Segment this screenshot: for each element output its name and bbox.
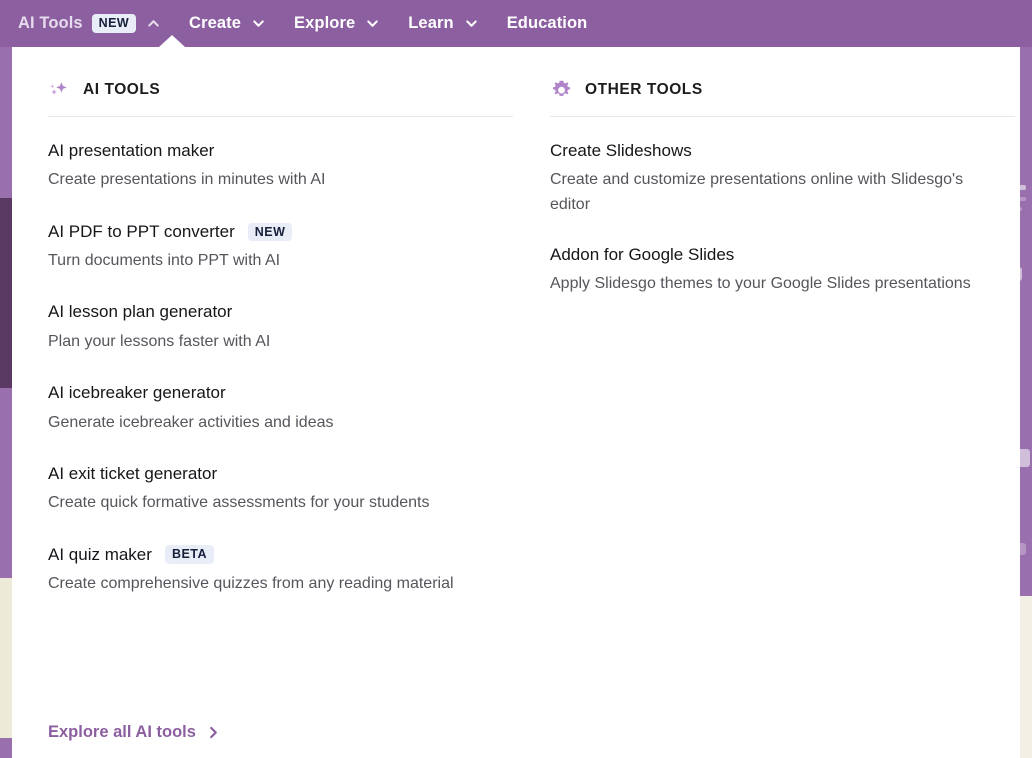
main-navigation-bar: AI Tools NEW Create Explore Learn Educat… [0,0,1032,47]
nav-item-label: Explore [294,15,355,32]
tool-item-ai-presentation-maker[interactable]: AI presentation maker Create presentatio… [48,141,513,193]
tool-title: Addon for Google Slides [550,245,734,265]
tool-title-row: AI presentation maker [48,141,513,161]
column-heading-ai-tools: AI TOOLS [48,77,513,103]
tool-item-ai-icebreaker-generator[interactable]: AI icebreaker generator Generate icebrea… [48,383,513,435]
nav-item-label: Learn [408,15,453,32]
tool-title: AI exit ticket generator [48,464,217,484]
tool-title-row: AI exit ticket generator [48,464,513,484]
tool-title: AI presentation maker [48,141,214,161]
nav-item-label: Education [507,15,588,32]
tool-item-addon-for-google-slides[interactable]: Addon for Google Slides Apply Slidesgo t… [550,245,1015,297]
nav-item-explore[interactable]: Explore [294,0,380,47]
tool-title: Create Slideshows [550,141,692,161]
chevron-down-icon[interactable] [464,16,479,31]
dropdown-pointer-triangle [159,35,185,47]
tool-title-row: AI quiz maker BETA [48,545,513,565]
tool-title-row: AI PDF to PPT converter NEW [48,222,513,242]
tool-description: Plan your lessons faster with AI [48,330,488,354]
tool-title-row: AI lesson plan generator [48,302,513,322]
sparkles-icon [48,79,71,102]
chevron-down-icon[interactable] [365,16,380,31]
tool-list-other-tools: Create Slideshows Create and customize p… [550,141,1015,297]
explore-all-ai-tools-label: Explore all AI tools [48,723,196,742]
tool-description: Create presentations in minutes with AI [48,168,488,192]
tool-item-ai-pdf-to-ppt-converter[interactable]: AI PDF to PPT converter NEW Turn documen… [48,222,513,274]
tool-item-create-slideshows[interactable]: Create Slideshows Create and customize p… [550,141,1015,217]
chevron-up-icon[interactable] [146,16,161,31]
tool-title-row: Create Slideshows [550,141,1015,161]
chevron-right-icon [206,725,221,740]
column-heading-label: AI TOOLS [83,81,160,99]
nav-item-label: Create [189,15,241,32]
nav-item-education[interactable]: Education [507,0,588,47]
tool-title: AI quiz maker [48,545,152,565]
tool-description: Generate icebreaker activities and ideas [48,411,488,435]
gear-icon [550,79,573,102]
nav-item-label: AI Tools [18,15,83,32]
nav-item-ai-tools[interactable]: AI Tools NEW [18,0,161,47]
column-divider [48,116,513,117]
tool-description: Create and customize presentations onlin… [550,168,980,217]
nav-item-learn[interactable]: Learn [408,0,478,47]
column-heading-label: OTHER TOOLS [585,81,703,99]
tool-description: Turn documents into PPT with AI [48,249,488,273]
tool-badge-beta: BETA [165,545,214,564]
tool-badge-new: NEW [248,223,293,242]
tool-title-row: Addon for Google Slides [550,245,1015,265]
tool-title-row: AI icebreaker generator [48,383,513,403]
tool-title: AI PDF to PPT converter [48,222,235,242]
tool-item-ai-lesson-plan-generator[interactable]: AI lesson plan generator Plan your lesso… [48,302,513,354]
tool-description: Create quick formative assessments for y… [48,491,488,515]
tool-item-ai-exit-ticket-generator[interactable]: AI exit ticket generator Create quick fo… [48,464,513,516]
tool-list-ai-tools: AI presentation maker Create presentatio… [48,141,513,596]
dropdown-column-ai-tools: AI TOOLS AI presentation maker Create pr… [48,77,513,758]
tool-description: Create comprehensive quizzes from any re… [48,572,488,596]
tool-title: AI icebreaker generator [48,383,226,403]
nav-item-create[interactable]: Create [189,0,266,47]
ai-tools-mega-dropdown: AI TOOLS AI presentation maker Create pr… [12,47,1020,758]
nav-badge-new: NEW [92,14,136,33]
column-divider [550,116,1015,117]
explore-all-ai-tools-link[interactable]: Explore all AI tools [48,723,221,742]
tool-title: AI lesson plan generator [48,302,232,322]
column-heading-other-tools: OTHER TOOLS [550,77,1015,103]
tool-description: Apply Slidesgo themes to your Google Sli… [550,272,980,296]
dropdown-column-other-tools: OTHER TOOLS Create Slideshows Create and… [550,77,1015,758]
tool-item-ai-quiz-maker[interactable]: AI quiz maker BETA Create comprehensive … [48,545,513,597]
chevron-down-icon[interactable] [251,16,266,31]
